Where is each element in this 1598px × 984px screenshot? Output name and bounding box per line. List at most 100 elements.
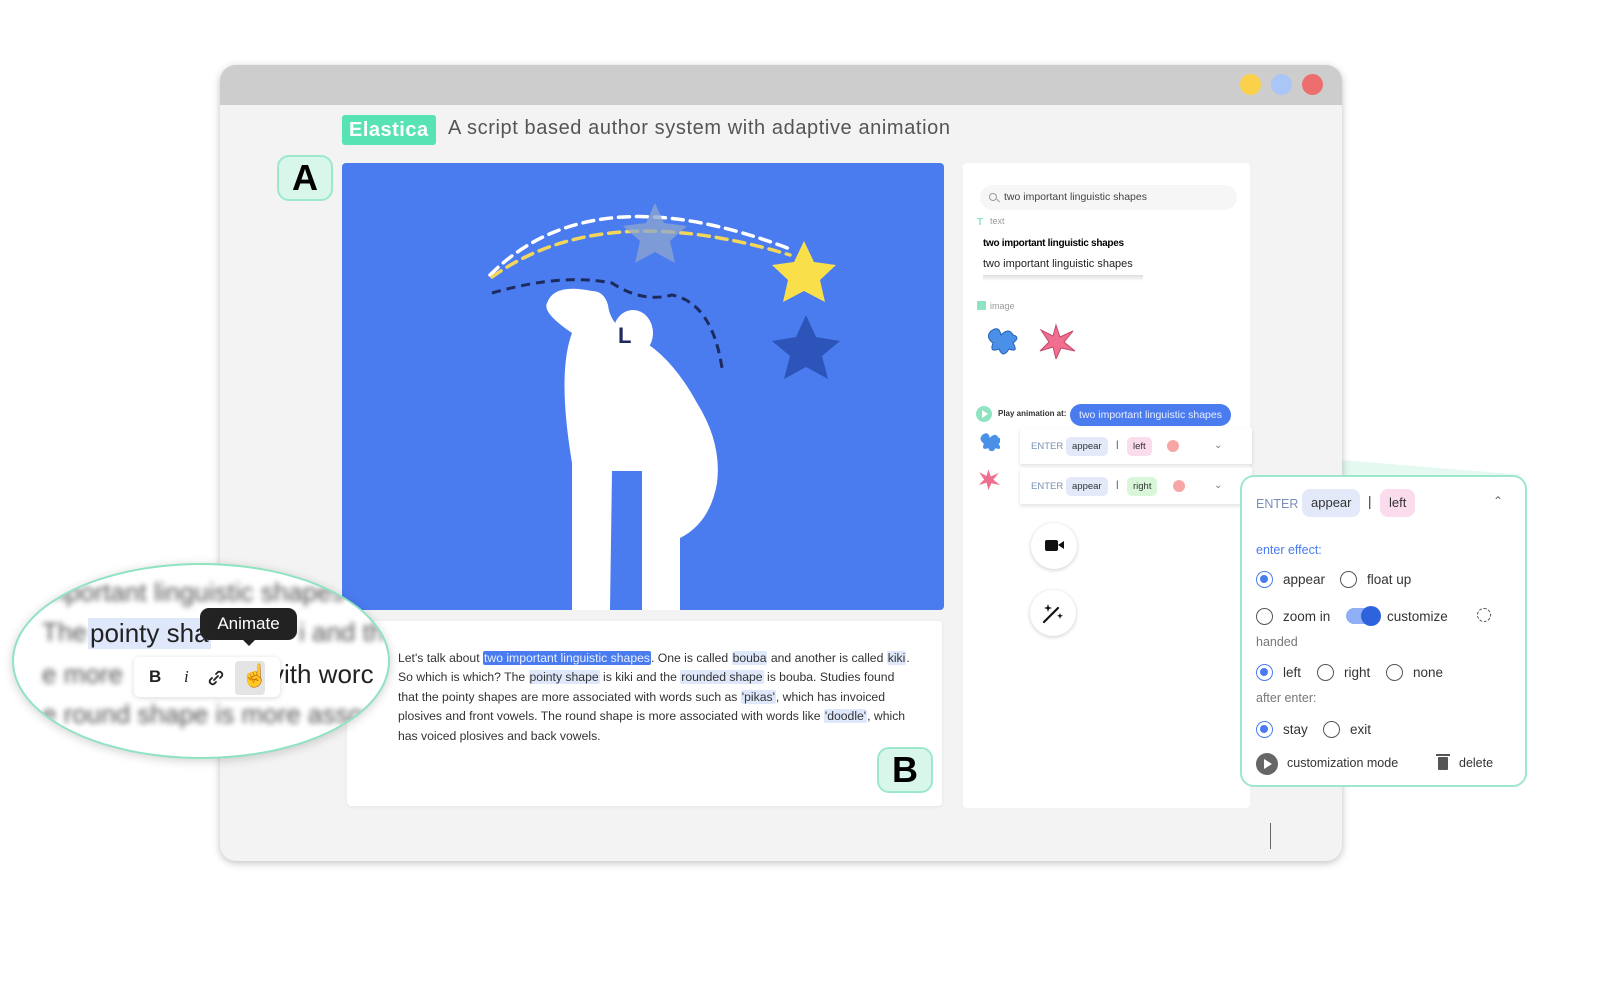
option-customize-label: customize — [1387, 609, 1448, 624]
asset-panel: two important linguistic shapes Ttext tw… — [963, 163, 1252, 808]
option-stay-label: stay — [1283, 722, 1308, 737]
search-input[interactable]: two important linguistic shapes — [980, 185, 1237, 210]
option-right-label: right — [1344, 665, 1371, 680]
option-appear-label: appear — [1283, 572, 1326, 587]
chevron-up-icon[interactable]: ⌃ — [1493, 494, 1503, 508]
script-highlight-kiki[interactable]: kiki — [886, 651, 907, 665]
bouba-row-icon — [980, 433, 1000, 451]
badge-b: B — [877, 747, 933, 793]
yellow-star-icon — [772, 241, 836, 302]
bouba-shape-icon[interactable] — [987, 328, 1018, 355]
magic-wand-icon — [1042, 604, 1063, 624]
animation-canvas[interactable]: L — [342, 163, 944, 610]
bubble-line-2-pre: The — [42, 617, 87, 647]
camera-button[interactable] — [1031, 523, 1077, 569]
row-effect-chip[interactable]: appear — [1066, 437, 1108, 456]
radio-exit[interactable] — [1323, 721, 1340, 738]
radio-float-up[interactable] — [1340, 571, 1357, 588]
close-button[interactable] — [1302, 74, 1323, 95]
handed-label: handed — [1256, 635, 1298, 649]
script-text[interactable]: Let's talk about two important linguisti… — [398, 649, 918, 746]
script-highlight-bouba[interactable]: bouba — [731, 651, 768, 665]
script-segment: Let's talk about — [398, 651, 483, 665]
row-effect-chip[interactable]: appear — [1066, 477, 1108, 496]
bubble-line-4: e round shape is more assoc — [42, 699, 376, 729]
chevron-down-icon[interactable]: ⌄ — [1214, 480, 1222, 491]
after-enter-label: after enter: — [1256, 691, 1317, 705]
kiki-row-icon — [978, 469, 1000, 490]
detail-effect-chip[interactable]: appear — [1302, 489, 1361, 517]
trash-icon[interactable] — [1436, 754, 1450, 770]
radio-right[interactable] — [1317, 664, 1334, 681]
link-icon[interactable] — [207, 669, 225, 687]
script-highlight-pointy[interactable]: pointy shape — [528, 670, 600, 685]
settings-badge-icon[interactable] — [1167, 440, 1179, 452]
radio-left[interactable] — [1256, 664, 1273, 681]
animation-row-right[interactable]: ENTER appear | right ⌄ — [1020, 468, 1252, 504]
search-value: two important linguistic shapes — [1004, 191, 1147, 203]
detail-hand-chip[interactable]: left — [1380, 489, 1416, 517]
bubble-line-2-post: i and th — [299, 617, 385, 647]
script-highlight-shapes[interactable]: two important linguistic shapes — [483, 651, 651, 665]
settings-badge-icon[interactable] — [1173, 480, 1185, 492]
script-highlight-pikas[interactable]: 'pikas' — [740, 689, 776, 704]
sparkle-small — [1057, 613, 1063, 619]
dark-star-icon — [772, 315, 840, 379]
script-highlight-rounded[interactable]: rounded shape — [680, 670, 764, 685]
bold-button[interactable]: B — [149, 667, 161, 687]
minimize-button[interactable] — [1240, 74, 1261, 95]
row-separator: | — [1116, 439, 1119, 450]
link-path — [208, 670, 224, 686]
customize-toggle[interactable] — [1346, 606, 1381, 626]
kiki-shape-icon[interactable] — [1039, 323, 1076, 359]
radio-none[interactable] — [1386, 664, 1403, 681]
magnifier-bubble: mportant linguistic shapes The pointy sh… — [12, 563, 390, 759]
radio-zoom-in[interactable] — [1256, 608, 1273, 625]
option-zoom-in-label: zoom in — [1283, 609, 1331, 624]
magic-button[interactable] — [1030, 590, 1076, 636]
chevron-down-icon[interactable]: ⌄ — [1214, 440, 1222, 451]
option-left-label: left — [1283, 665, 1302, 680]
row-hand-chip[interactable]: right — [1127, 477, 1158, 496]
wand-stroke — [1042, 606, 1060, 624]
script-editor[interactable]: Let's talk about two important linguisti… — [347, 621, 942, 806]
row-hand-chip[interactable]: left — [1127, 437, 1152, 456]
row-enter-label: ENTER — [1031, 441, 1064, 452]
badge-a: A — [277, 155, 333, 201]
reset-icon[interactable] — [1477, 608, 1491, 622]
script-segment: and another is called — [767, 651, 887, 665]
radio-appear[interactable] — [1256, 571, 1273, 588]
customization-mode-button[interactable] — [1256, 753, 1278, 775]
kiki-mini-shape — [978, 469, 1000, 490]
option-none-label: none — [1413, 665, 1444, 680]
text-section-label: Ttext — [977, 216, 1005, 228]
row-enter-label: ENTER — [1031, 481, 1064, 492]
customization-mode-label[interactable]: customization mode — [1287, 756, 1398, 770]
detail-separator: | — [1368, 494, 1372, 509]
radio-stay[interactable] — [1256, 721, 1273, 738]
italic-button[interactable]: i — [184, 667, 189, 687]
play-icon[interactable] — [976, 406, 992, 422]
enter-effect-label: enter effect: — [1256, 543, 1322, 557]
image-results[interactable] — [985, 323, 1085, 359]
animation-detail-card: ENTER appear | left ⌃ enter effect: appe… — [1240, 475, 1527, 787]
sparkle-large — [1044, 604, 1052, 612]
maximize-button[interactable] — [1271, 74, 1292, 95]
text-result-bold[interactable]: two important linguistic shapes — [983, 238, 1124, 249]
text-label: text — [990, 216, 1005, 226]
text-result-normal[interactable]: two important linguistic shapes — [983, 258, 1133, 270]
delete-button[interactable]: delete — [1459, 756, 1493, 770]
play-trigger-chip[interactable]: two important linguistic shapes — [1070, 404, 1231, 426]
script-highlight-doodle[interactable]: 'doodle' — [823, 709, 868, 724]
bouba-mini-shape — [980, 433, 1000, 451]
camera-icon — [1045, 540, 1064, 551]
script-segment: . One is called — [650, 651, 732, 665]
stage: Elastica A script based author system wi… — [0, 0, 1598, 984]
row-separator: | — [1116, 479, 1119, 490]
option-float-up-label: float up — [1367, 572, 1412, 587]
bubble-line-3-pre: e more — [42, 659, 123, 689]
animation-row-left[interactable]: ENTER appear | left ⌄ — [1020, 428, 1252, 464]
bubble-selected-text[interactable]: pointy sha — [88, 618, 211, 649]
faded-star-icon — [623, 203, 687, 263]
bubble-line-1: mportant linguistic shapes — [44, 577, 345, 607]
